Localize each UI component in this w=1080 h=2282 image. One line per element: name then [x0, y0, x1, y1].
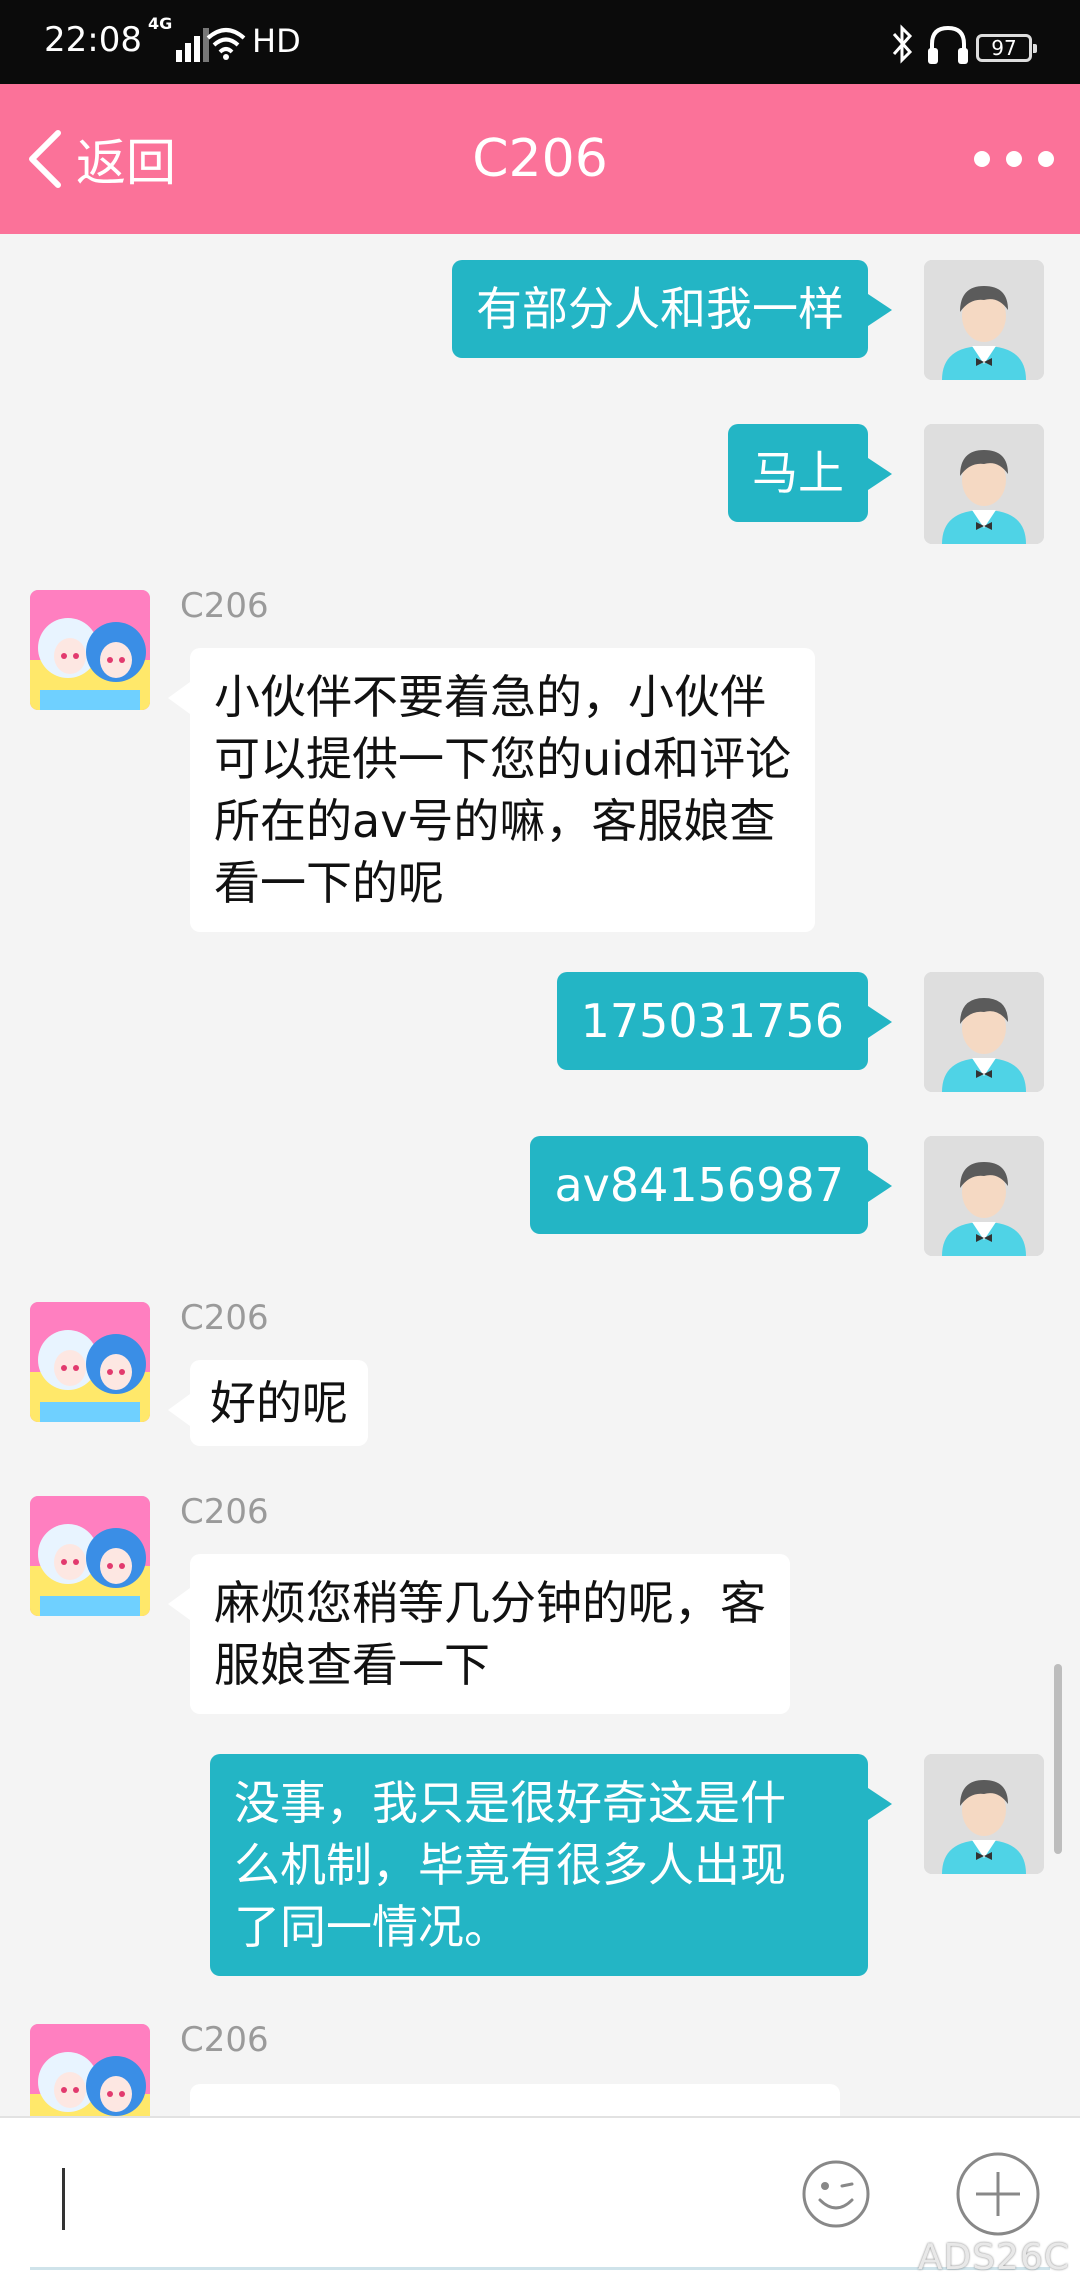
text-cursor [62, 2168, 65, 2230]
more-dot-icon [1038, 151, 1054, 167]
message-input[interactable] [36, 2142, 776, 2254]
nav-bar: 返回 C206 [0, 84, 1080, 234]
page-title: C206 [472, 129, 608, 189]
sender-name: C206 [180, 1298, 269, 1338]
sent-message-bubble[interactable]: 马上 [728, 424, 892, 522]
more-options-button[interactable] [974, 134, 1054, 184]
sender-name: C206 [180, 1492, 269, 1532]
user-avatar[interactable] [924, 424, 1044, 544]
agent-avatar[interactable] [30, 1496, 150, 1616]
status-time: 22:08 [44, 20, 142, 60]
bluetooth-icon [892, 24, 913, 64]
sent-message-bubble[interactable]: av84156987 [530, 1136, 892, 1234]
watermark: ADS26C [917, 2237, 1070, 2278]
battery-icon: 97 [976, 34, 1037, 62]
received-message-bubble[interactable]: 小伙伴不要着急的，小伙伴 可以提供一下您的uid和评论 所在的av号的嘛，客服娘… [167, 648, 816, 932]
chat-message-list[interactable]: 有部分人和我一样 马上 C206 小伙伴不要着急的，小伙伴 可以提供一下您的ui… [0, 234, 1080, 2116]
emoji-icon[interactable] [800, 2158, 872, 2230]
agent-avatar[interactable] [30, 590, 150, 710]
wifi-icon [206, 28, 246, 60]
sent-message-bubble[interactable]: 175031756 [556, 972, 893, 1070]
sender-name: C206 [180, 586, 269, 626]
status-bar: 22:08 4G HD 97 [0, 0, 1080, 84]
received-message-bubble[interactable]: 好的呢 [168, 1360, 368, 1446]
received-message-bubble[interactable] [190, 2084, 840, 2116]
user-avatar[interactable] [924, 1136, 1044, 1256]
chat-scrollbar[interactable] [1054, 1664, 1062, 1854]
headphones-icon [928, 25, 968, 64]
received-message-bubble[interactable]: 麻烦您稍等几分钟的呢，客 服娘查看一下 [168, 1554, 790, 1714]
hd-indicator: HD [252, 22, 301, 60]
network-type: 4G [148, 14, 173, 33]
input-underline [30, 2267, 1050, 2270]
sent-message-bubble[interactable]: 有部分人和我一样 [452, 260, 892, 358]
user-avatar[interactable] [924, 972, 1044, 1092]
add-attachment-icon[interactable] [954, 2150, 1042, 2238]
sent-message-bubble[interactable]: 没事，我只是很好奇这是什 么机制，毕竟有很多人出现 了同一情况。 [210, 1754, 892, 1976]
agent-avatar[interactable] [30, 2024, 150, 2116]
more-dot-icon [1006, 151, 1022, 167]
agent-avatar[interactable] [30, 1302, 150, 1422]
message-input-bar: ADS26C [0, 2116, 1080, 2282]
more-dot-icon [974, 151, 990, 167]
user-avatar[interactable] [924, 260, 1044, 380]
user-avatar[interactable] [924, 1754, 1044, 1874]
sender-name: C206 [180, 2020, 269, 2060]
